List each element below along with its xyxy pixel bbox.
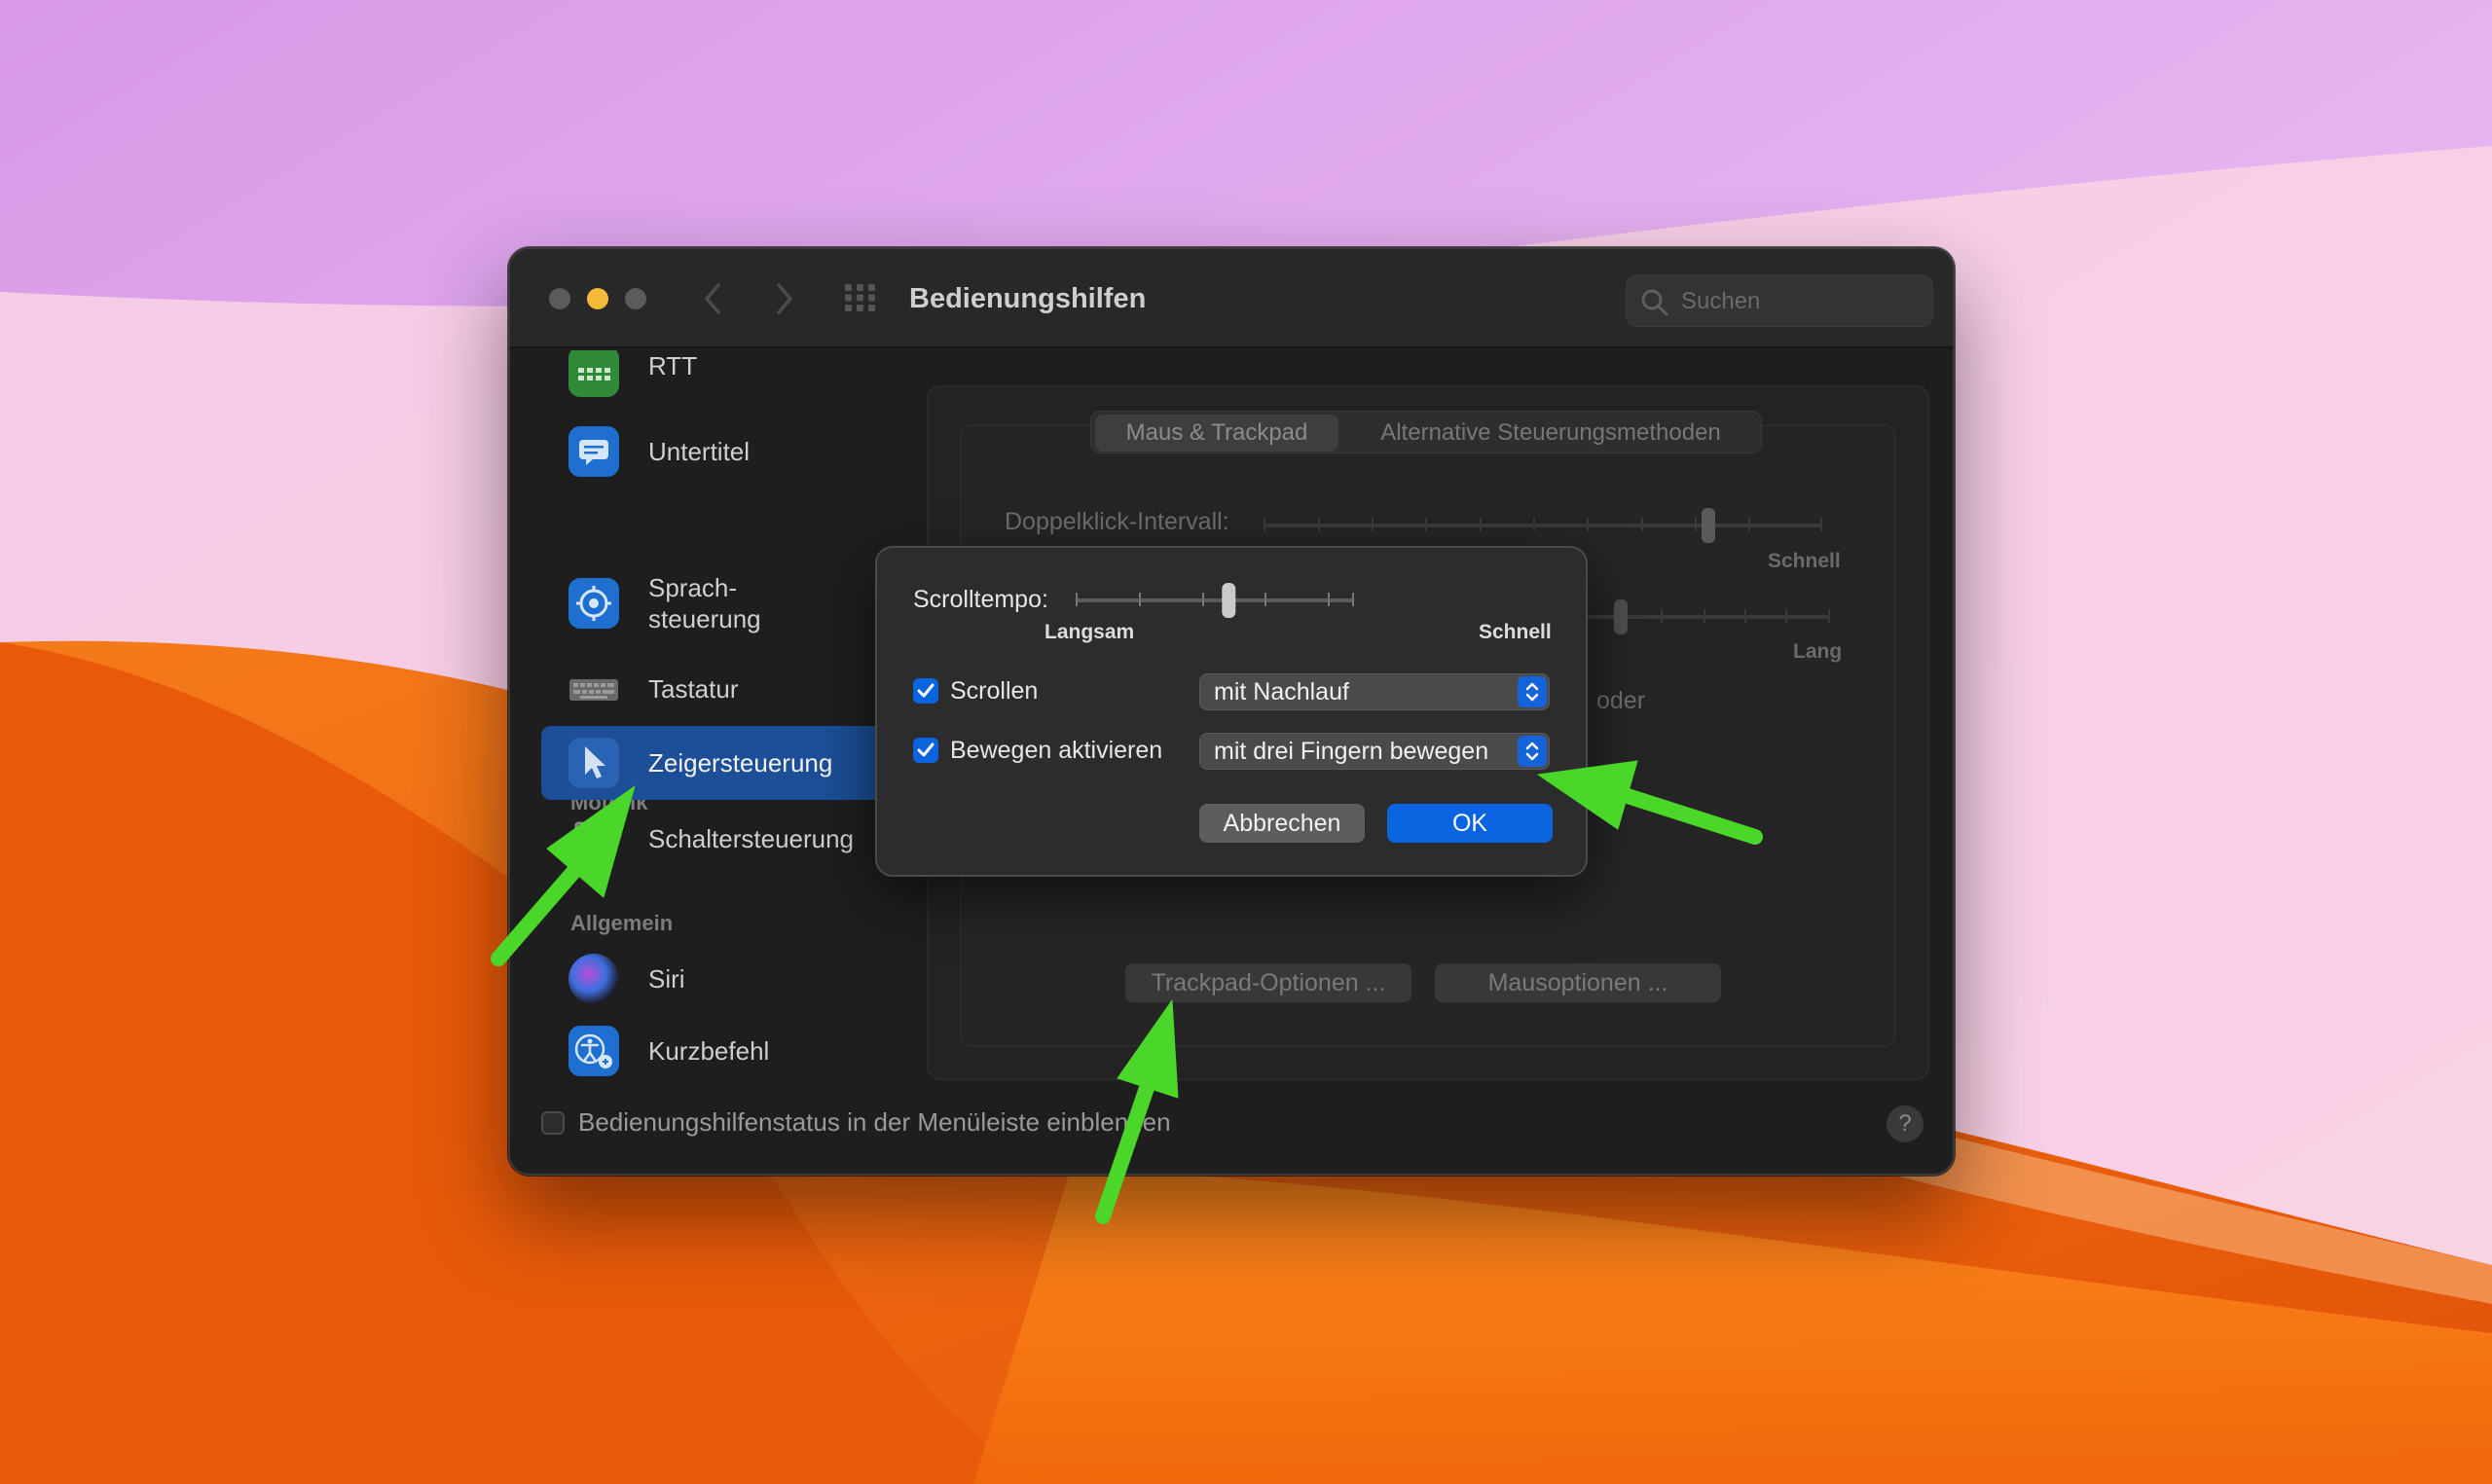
annotation-arrows <box>491 760 1763 1224</box>
arrow-to-zeigersteuerung <box>491 785 636 966</box>
arrow-to-trackpad-options <box>1095 999 1179 1224</box>
arrow-to-drag-mode-popup <box>1537 760 1763 845</box>
